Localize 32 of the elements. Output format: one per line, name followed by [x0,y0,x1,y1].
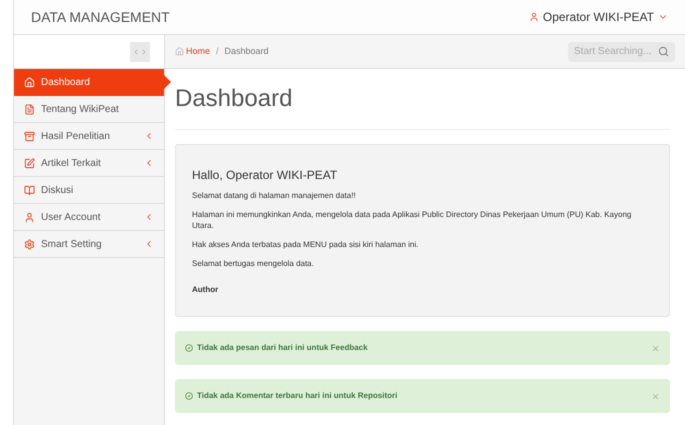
home-icon [24,76,35,88]
home-link[interactable]: Home [175,44,210,58]
document-icon [24,104,35,114]
home-icon [175,47,184,56]
check-circle-icon [185,392,193,400]
alert-text: Tidak ada pesan dari hari ini untuk Feedback [197,342,369,354]
box-icon [24,130,35,142]
breadcrumb-current: Dashboard [224,44,269,58]
alert-text: Tidak ada Komentar terbaru hari ini untuk Repositori [197,390,398,402]
welcome-heading: Hallo, Operator WIKI-PEAT [192,167,338,184]
check-circle-icon [185,344,193,352]
breadcrumb-separator: / [216,44,219,58]
edit-icon [24,158,35,168]
gear-icon [24,238,35,250]
user-menu[interactable]: Operator WIKI-PEAT [528,8,668,26]
search-field[interactable]: Start Searching... [568,42,675,62]
sidebar-toggle[interactable] [130,42,150,62]
chevron-right-icon [140,48,148,56]
welcome-text: Hak akses Anda terbatas pada MENU pada sisi kiri halaman ini. [192,239,420,250]
book-icon [24,184,35,196]
welcome-text: Selamat datang di halaman manajemen data!! [192,190,357,201]
page-title: Dashboard [175,69,670,130]
close-icon[interactable] [651,392,660,400]
user-icon [24,212,35,222]
app-title: DATA MANAGEMENT [31,8,170,26]
search-icon [658,46,669,57]
chevron-left-icon [132,48,140,56]
user-icon [528,12,539,22]
welcome-text: Selamat bertugas mengelola data. [192,258,315,269]
close-icon[interactable] [651,344,660,352]
welcome-text: Halaman ini memungkinkan Anda, mengelola data pada Aplikasi Public Directory Dinas Pekerjaan Umum (PU) Kab. Kayong Utara. [192,209,632,231]
author-label: Author [192,284,220,296]
